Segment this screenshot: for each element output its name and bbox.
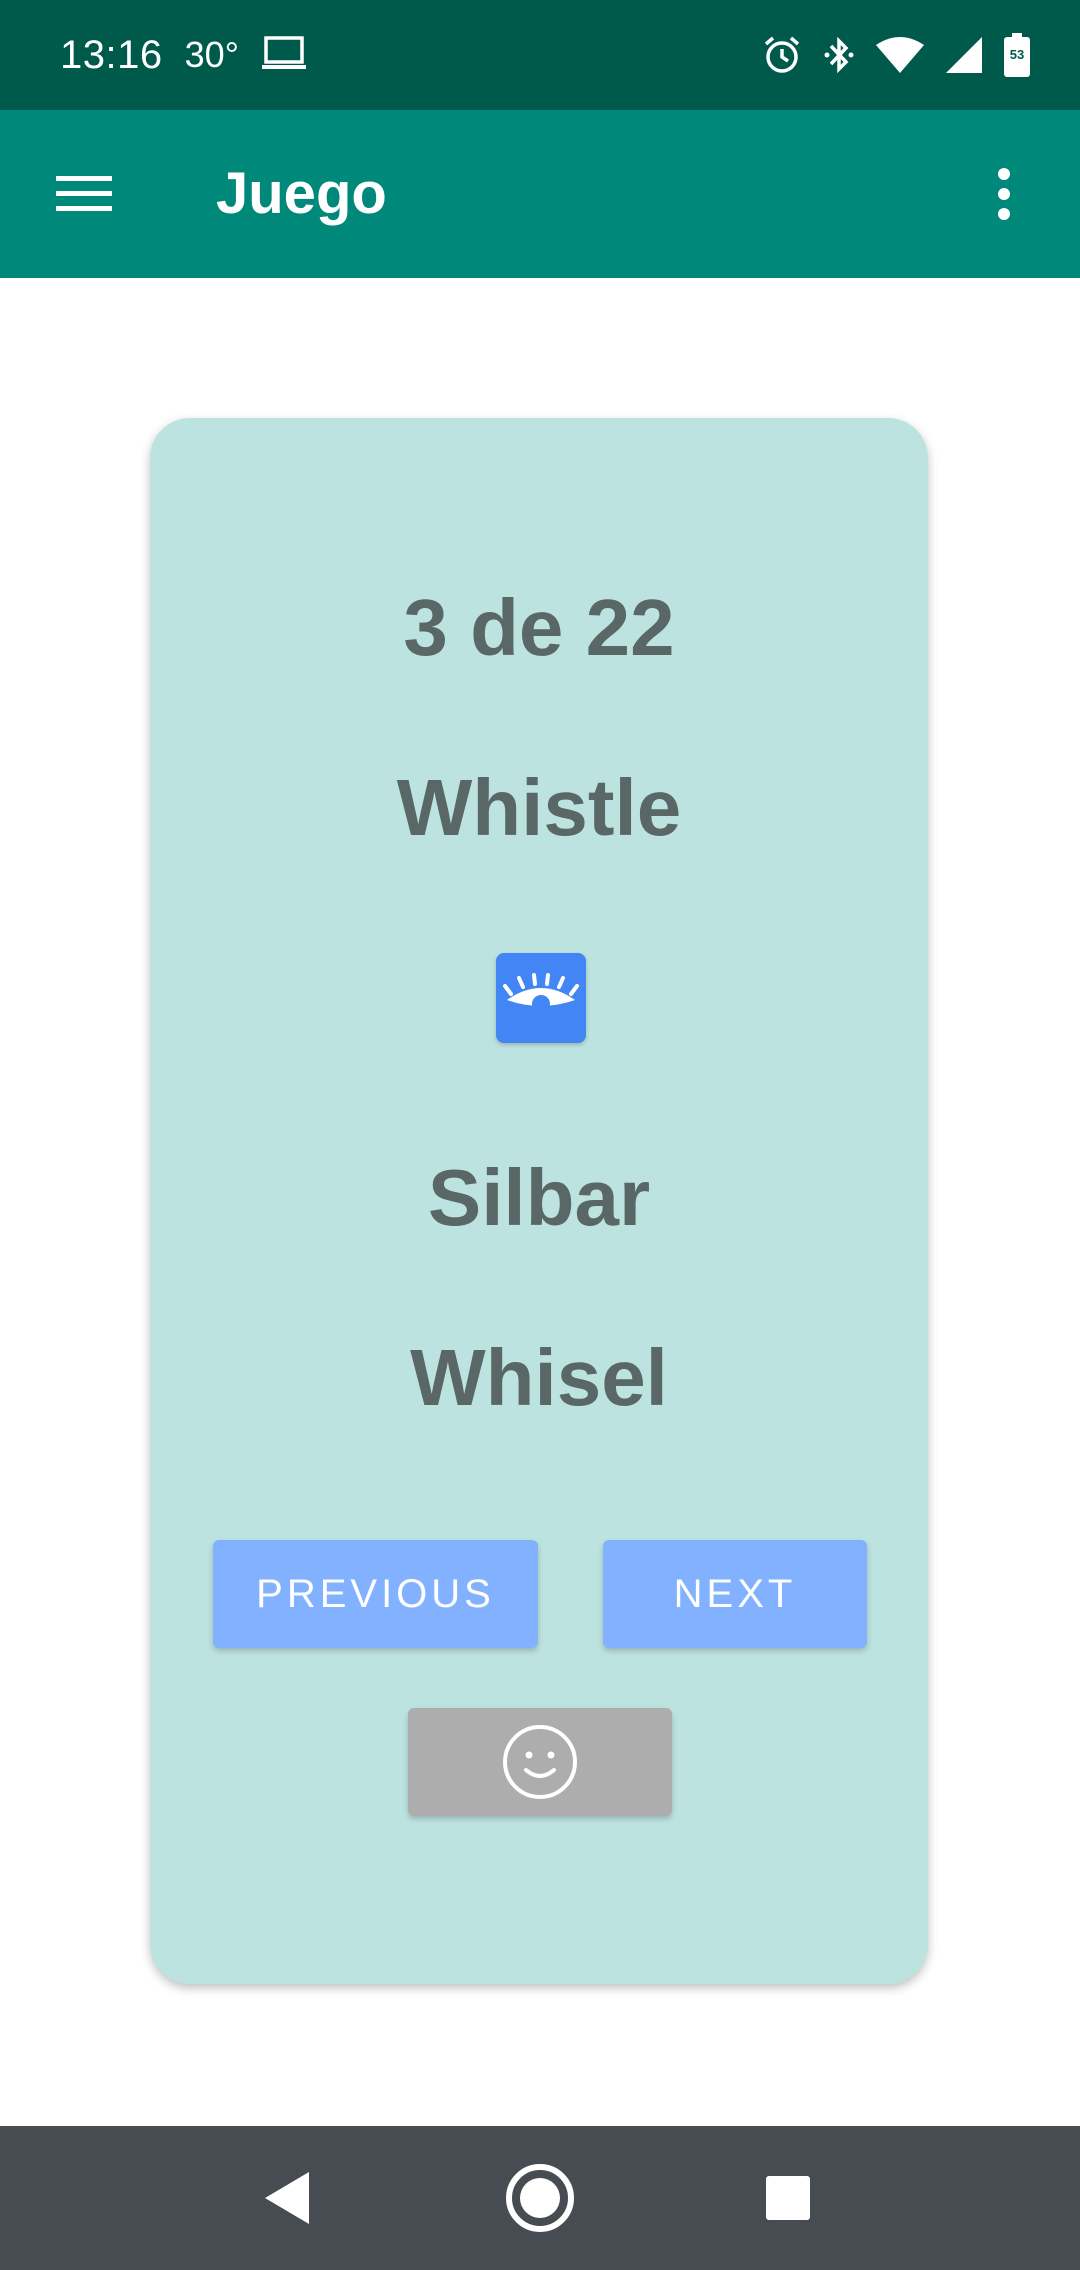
more-vert-icon[interactable] — [964, 154, 1044, 234]
app-title: Juego — [216, 161, 387, 226]
status-right: 53 — [762, 0, 1030, 110]
word-text: Whistle — [396, 763, 682, 852]
smile-icon — [503, 1725, 577, 1799]
progress-counter: 3 de 22 — [403, 583, 675, 672]
app-bar: Juego — [0, 110, 1080, 278]
status-time: 13:16 — [60, 32, 163, 77]
recents-icon[interactable] — [728, 2126, 848, 2270]
flashcard: 3 de 22 Whistle Silbar Whisel PREVIOUS N… — [150, 418, 928, 1984]
next-button[interactable]: NEXT — [603, 1540, 867, 1648]
reveal-button[interactable] — [496, 953, 586, 1043]
status-temperature: 30° — [184, 34, 240, 75]
battery-icon: 53 — [1004, 33, 1030, 77]
status-bar: 13:16 30° 53 — [0, 0, 1080, 110]
home-icon[interactable] — [480, 2126, 600, 2270]
battery-level: 53 — [1009, 47, 1025, 62]
status-left: 13:16 30° — [60, 0, 307, 110]
pronunciation-text: Whisel — [410, 1333, 668, 1422]
smile-button[interactable] — [408, 1708, 672, 1816]
translation-text: Silbar — [427, 1153, 651, 1242]
signal-icon — [946, 37, 982, 73]
back-icon[interactable] — [228, 2126, 348, 2270]
system-nav-bar — [0, 2126, 1080, 2270]
alarm-icon — [762, 35, 802, 75]
laptop-icon — [261, 35, 307, 75]
eye-icon — [503, 973, 579, 1013]
hamburger-menu-icon[interactable] — [44, 154, 124, 234]
previous-button[interactable]: PREVIOUS — [213, 1540, 538, 1648]
bluetooth-icon — [824, 35, 854, 75]
wifi-icon — [876, 37, 924, 73]
